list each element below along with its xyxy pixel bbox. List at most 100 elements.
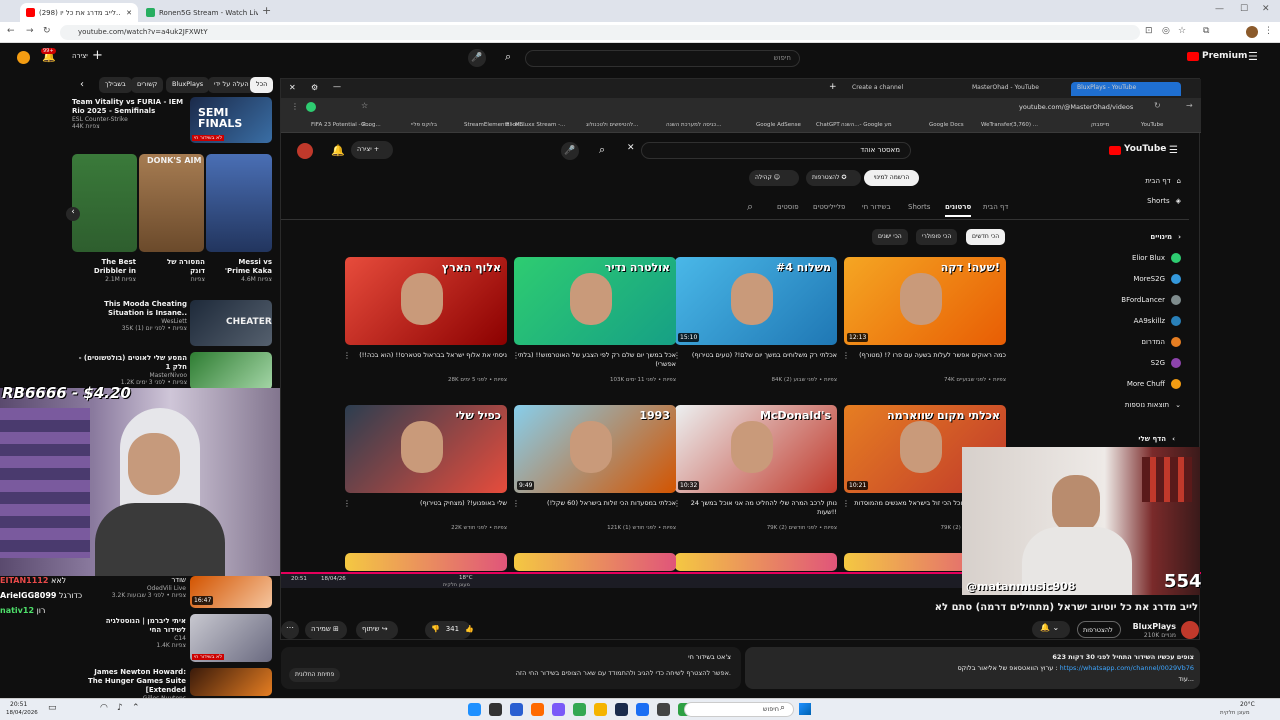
- rec-item[interactable]: This Mooda Cheating Situation is Insane.…: [72, 300, 187, 332]
- rec-item[interactable]: James Newton Howard: The Hunger Games Su…: [86, 668, 186, 702]
- chip-uploaded-by[interactable]: העלה על ידי: [208, 77, 255, 93]
- bookmark-item[interactable]: מייסבוק: [1091, 122, 1109, 128]
- hamburger-icon[interactable]: ☰: [1169, 145, 1178, 156]
- bell-icon[interactable]: 🔔: [331, 144, 345, 157]
- video-menu-icon[interactable]: ⋮: [842, 351, 850, 360]
- share-button[interactable]: שיתוף ↪: [356, 621, 398, 639]
- video-title[interactable]: אכל במשך יום שלם רק לפי הצבע של האוטרמוש…: [514, 351, 676, 369]
- sidebar-subscription[interactable]: S2G: [1151, 358, 1181, 368]
- reload-icon[interactable]: ↻: [43, 26, 51, 36]
- forward-icon[interactable]: →: [26, 26, 34, 36]
- reload-icon[interactable]: ↻: [1154, 101, 1161, 110]
- short-thumbnail[interactable]: [206, 154, 272, 252]
- hamburger-icon[interactable]: ☰: [1248, 50, 1258, 63]
- mic-icon[interactable]: 🎤: [561, 142, 579, 160]
- inner-tab[interactable]: MasterOhad - YouTube: [966, 82, 1056, 96]
- youtube-logo-icon[interactable]: [1187, 52, 1199, 61]
- close-window-icon[interactable]: ✕: [1262, 4, 1270, 14]
- privacy-icon[interactable]: ◎: [1162, 26, 1170, 36]
- video-thumbnail[interactable]: שעה! דקה! 12:13: [844, 257, 1006, 345]
- widgets-icon[interactable]: [468, 703, 481, 716]
- chevron-left-icon[interactable]: ‹: [80, 79, 84, 90]
- back-icon[interactable]: ←: [7, 26, 15, 36]
- more-actions-icon[interactable]: …: [281, 621, 299, 639]
- join-button[interactable]: להצטרפות: [1077, 621, 1121, 638]
- chip-popular[interactable]: הכי פופולרי: [916, 229, 958, 245]
- sidebar-subscription[interactable]: MoreS2G: [1133, 274, 1181, 284]
- tab-live[interactable]: בשידור חי: [862, 203, 891, 211]
- bookmark-item[interactable]: להטיפשים ולטכנולוג...: [586, 122, 638, 128]
- rec-item[interactable]: Team Vitality vs FURIA - IEM Rio 2025 - …: [72, 98, 187, 130]
- video-thumbnail[interactable]: McDonald's 10:32: [675, 405, 837, 493]
- rec-item[interactable]: איתי ליברמן | הנוסטלגיה לשידור החי C14 1…: [86, 617, 186, 649]
- rec-thumbnail[interactable]: 16:47: [190, 576, 272, 608]
- chip-bluxplays[interactable]: BluxPlays: [166, 77, 210, 93]
- windows-start-icon[interactable]: [799, 703, 811, 715]
- video-menu-icon[interactable]: ⋮: [343, 351, 351, 360]
- bookmark-item[interactable]: (3,760) ...: [1011, 122, 1038, 128]
- install-icon[interactable]: ⊡: [1145, 26, 1153, 36]
- tab-shorts[interactable]: Shorts: [908, 203, 930, 211]
- rec-item[interactable]: שודר OdedVili Live 3.2K צפיות • לפני 3 ש…: [100, 576, 186, 599]
- video-thumbnail[interactable]: משלוח #4 15:10: [675, 257, 837, 345]
- photos-app-icon[interactable]: [636, 703, 649, 716]
- inner-tab[interactable]: BluxPlays - YouTube: [1071, 82, 1181, 96]
- search-icon[interactable]: ⌕: [747, 200, 753, 214]
- channel-avatar[interactable]: [1181, 621, 1199, 639]
- discord-app-icon[interactable]: [531, 703, 544, 716]
- terminal-app-icon[interactable]: [657, 703, 670, 716]
- carousel-prev-icon[interactable]: ‹: [66, 207, 80, 221]
- bookmark-item[interactable]: ElionBluxx Stream -...: [506, 122, 565, 128]
- channel-avatar[interactable]: [297, 143, 313, 159]
- star-icon[interactable]: ☆: [1178, 26, 1186, 36]
- folder-app-icon[interactable]: [594, 703, 607, 716]
- star-icon[interactable]: ☆: [361, 101, 368, 110]
- chip-for-you[interactable]: בשבילך: [99, 77, 132, 93]
- short-thumbnail[interactable]: DONK'S AIM: [139, 154, 204, 252]
- video-title[interactable]: ניסתי את אלוף ישראל בבראול סטארס!! (הוא …: [345, 351, 507, 360]
- mail-app-icon[interactable]: [510, 703, 523, 716]
- rec-thumbnail[interactable]: [190, 352, 272, 390]
- like-count[interactable]: 341: [446, 625, 459, 635]
- bookmark-item[interactable]: כניסה למערכת השנה...: [666, 122, 721, 128]
- taskbar-search[interactable]: חיפוש: [684, 702, 794, 717]
- channel-name[interactable]: BluxPlays: [1133, 622, 1176, 631]
- chip-oldest[interactable]: הכי ישנים: [872, 229, 908, 245]
- bookmark-item[interactable]: Google Docs: [929, 122, 964, 128]
- bookmark-item[interactable]: בלוקס פליי: [411, 122, 437, 128]
- bookmark-item[interactable]: WeTransfer: [981, 122, 1012, 128]
- you-section-header[interactable]: הדף שלי ‹: [1138, 435, 1175, 443]
- channel-avatar[interactable]: [17, 51, 30, 64]
- create-plus-icon[interactable]: +: [92, 48, 103, 63]
- wifi-icon[interactable]: ◠: [100, 703, 108, 713]
- video-thumbnail[interactable]: אלוף הארץ: [345, 257, 507, 345]
- inner-tab[interactable]: Create a channel: [846, 82, 956, 96]
- open-chat-button[interactable]: פתיחת החלונית: [289, 668, 341, 682]
- maximize-icon[interactable]: ☐: [1240, 4, 1248, 14]
- bookmark-item[interactable]: השנה...- Google מע: [841, 122, 892, 128]
- url-field[interactable]: youtube.com/watch?v=a4uk2JFXWtY: [60, 25, 1140, 40]
- video-thumbnail[interactable]: [675, 553, 837, 571]
- chevron-up-icon[interactable]: ⌃: [132, 703, 140, 713]
- menu-dots-icon[interactable]: ⋮: [1264, 26, 1273, 36]
- notification-icon[interactable]: ▭: [48, 703, 57, 713]
- sidebar-subscription[interactable]: BFordLancer: [1121, 295, 1181, 305]
- video-thumbnail[interactable]: [345, 553, 507, 571]
- mic-icon[interactable]: 🎤: [468, 49, 486, 67]
- video-title[interactable]: אכלתי רק משלוחים במשך יום שלם!? (טעים בט…: [675, 351, 837, 360]
- subscribe-button[interactable]: הרשמה למינוי: [864, 170, 919, 186]
- inner-url[interactable]: youtube.com/@MasterOhad/videos: [1019, 103, 1133, 111]
- short-thumbnail[interactable]: [72, 154, 137, 252]
- search-icon[interactable]: ⌕: [780, 703, 785, 713]
- rec-thumbnail[interactable]: SEMI FINALS לא בשידור חי: [190, 97, 272, 143]
- menu-dots-icon[interactable]: ⋮: [291, 102, 299, 111]
- sidebar-subscription[interactable]: AA9skillz: [1134, 316, 1181, 326]
- video-menu-icon[interactable]: ⋮: [512, 499, 520, 508]
- video-title[interactable]: כמה ראוקים אפשר לעלות בשעה עם פרו ?! (מט…: [844, 351, 1006, 360]
- description-panel[interactable]: 623 צופים עכשיו השידור התחיל לפני 30 דקו…: [745, 647, 1200, 689]
- forward-icon[interactable]: →: [1186, 101, 1193, 110]
- clear-search-icon[interactable]: ✕: [627, 143, 635, 153]
- rec-item[interactable]: המסע שלי לאוטים (בולטשוטים) - חלק 1 Mast…: [72, 354, 187, 386]
- tab-playlists[interactable]: פלייליסטים: [813, 203, 845, 211]
- create-button[interactable]: יצירה +: [351, 141, 393, 159]
